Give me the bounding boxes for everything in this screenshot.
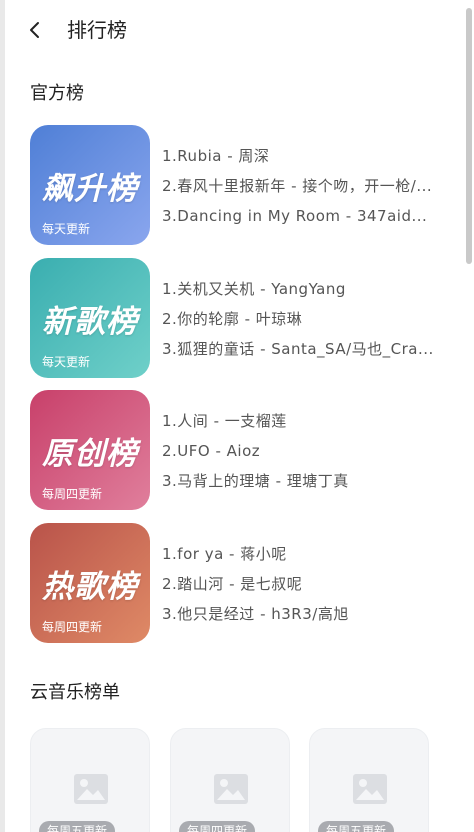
chart-cover[interactable]: 新歌榜 每天更新 [30,258,150,378]
track-item[interactable]: 1.关机又关机 - YangYang [162,274,452,304]
image-placeholder-icon [73,773,109,805]
track-item[interactable]: 2.春风十里报新年 - 接个吻，开一枪/... [162,171,452,201]
chart-cover-title: 原创榜 [42,436,138,472]
official-chart-row[interactable]: 飙升榜 每天更新 1.Rubia - 周深 2.春风十里报新年 - 接个吻，开一枪/.… [30,125,450,245]
chart-cover[interactable]: 飙升榜 每天更新 [30,125,150,245]
chart-track-list: 1.Rubia - 周深 2.春风十里报新年 - 接个吻，开一枪/... 3.Dan… [162,141,452,231]
cloud-section-title: 云音乐榜单 [30,682,120,703]
chart-update-label: 每周四更新 [42,487,103,501]
track-item[interactable]: 3.狐狸的童话 - Santa_SA/马也_Cra... [162,334,452,364]
chevron-left-icon [30,22,39,38]
chart-track-list: 1.for ya - 蒋小呢 2.踏山河 - 是七叔呢 3.他只是经过 - h3R3… [162,539,452,629]
cloud-chart-update-badge: 每周五更新 [39,821,116,832]
official-chart-row[interactable]: 原创榜 每周四更新 1.人间 - 一支榴莲 2.UFO - Aioz 3.马背上的理塘 … [30,390,450,510]
chart-track-list: 1.人间 - 一支榴莲 2.UFO - Aioz 3.马背上的理塘 - 理塘丁真 [162,406,452,496]
scrollbar-track[interactable] [464,0,474,832]
official-section-title: 官方榜 [30,83,84,104]
image-placeholder-icon [352,773,388,805]
chart-update-label: 每天更新 [42,355,91,369]
track-item[interactable]: 2.你的轮廓 - 叶琼琳 [162,304,452,334]
chart-update-label: 每天更新 [42,222,91,236]
official-chart-row[interactable]: 新歌榜 每天更新 1.关机又关机 - YangYang 2.你的轮廓 - 叶琼琳 3.狐… [30,258,450,378]
track-item[interactable]: 2.踏山河 - 是七叔呢 [162,569,452,599]
chart-cover[interactable]: 热歌榜 每周四更新 [30,523,150,643]
back-button[interactable] [24,15,48,45]
track-item[interactable]: 1.Rubia - 周深 [162,141,452,171]
window-left-edge [0,0,5,832]
chart-update-label: 每周四更新 [42,620,103,634]
chart-track-list: 1.关机又关机 - YangYang 2.你的轮廓 - 叶琼琳 3.狐狸的童话 - … [162,274,452,364]
cloud-chart-card[interactable]: 每周四更新 [170,728,290,832]
track-item[interactable]: 3.Dancing in My Room - 347aid... [162,201,452,231]
track-item[interactable]: 3.马背上的理塘 - 理塘丁真 [162,466,452,496]
ranking-page: 排行榜 官方榜 飙升榜 每天更新 1.Rubia - 周深 2.春风十里报新年 - 接… [0,0,474,832]
chart-cover-title: 热歌榜 [42,569,138,605]
chart-cover-title: 新歌榜 [42,304,138,340]
track-item[interactable]: 1.人间 - 一支榴莲 [162,406,452,436]
track-item[interactable]: 3.他只是经过 - h3R3/高旭 [162,599,452,629]
cloud-chart-card[interactable]: 每周五更新 [309,728,429,832]
chart-cover-title: 飙升榜 [42,171,138,207]
image-placeholder-icon [213,773,249,805]
official-chart-row[interactable]: 热歌榜 每周四更新 1.for ya - 蒋小呢 2.踏山河 - 是七叔呢 3.他只是经… [30,523,450,643]
header-bar: 排行榜 [0,0,464,60]
page-title: 排行榜 [67,18,127,42]
cloud-chart-update-badge: 每周五更新 [318,821,395,832]
track-item[interactable]: 2.UFO - Aioz [162,436,452,466]
track-item[interactable]: 1.for ya - 蒋小呢 [162,539,452,569]
cloud-chart-card[interactable]: 每周五更新 [30,728,150,832]
chart-cover[interactable]: 原创榜 每周四更新 [30,390,150,510]
scrollbar-thumb[interactable] [466,8,472,264]
cloud-chart-update-badge: 每周四更新 [179,821,256,832]
